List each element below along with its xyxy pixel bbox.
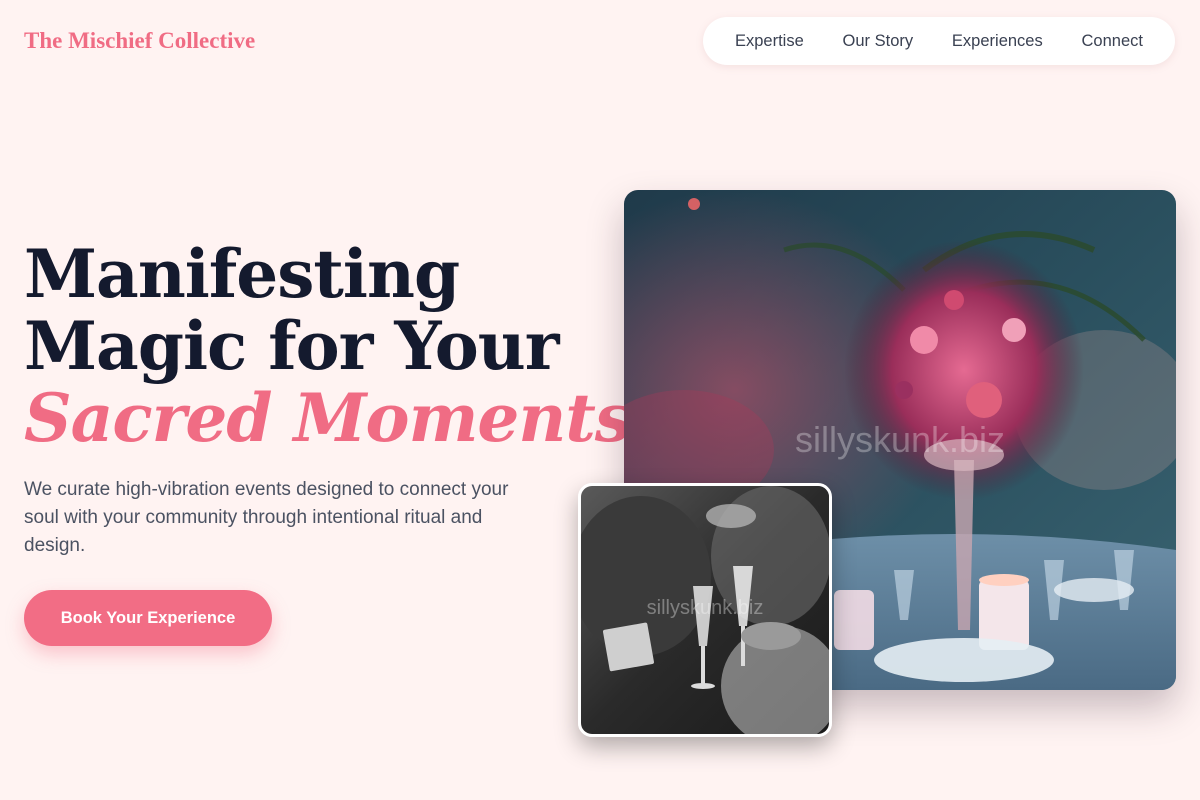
nav-item-connect[interactable]: Connect xyxy=(1082,32,1143,51)
headline-line-1: Manifesting xyxy=(24,235,460,313)
brand-logo[interactable]: The Mischief Collective xyxy=(24,28,255,54)
headline-line-2: Magic for Your xyxy=(24,307,560,385)
nav-item-expertise[interactable]: Expertise xyxy=(735,32,804,51)
book-experience-button[interactable]: Book Your Experience xyxy=(24,590,272,646)
small-photo-watermark: sillyskunk.biz xyxy=(647,597,764,619)
hero-headline: Manifesting Magic for Your Sacred Moment… xyxy=(24,235,654,457)
hero-description: We curate high-vibration events designed… xyxy=(24,479,509,556)
nav-item-our-story[interactable]: Our Story xyxy=(843,32,914,51)
main-nav: Expertise Our Story Experiences Connect xyxy=(703,17,1175,65)
headline-accent: Sacred Moments. xyxy=(24,379,654,457)
main-photo-watermark: sillyskunk.biz xyxy=(795,419,1005,460)
champagne-toast-photo: sillyskunk.biz xyxy=(578,483,832,737)
nav-item-experiences[interactable]: Experiences xyxy=(952,32,1043,51)
